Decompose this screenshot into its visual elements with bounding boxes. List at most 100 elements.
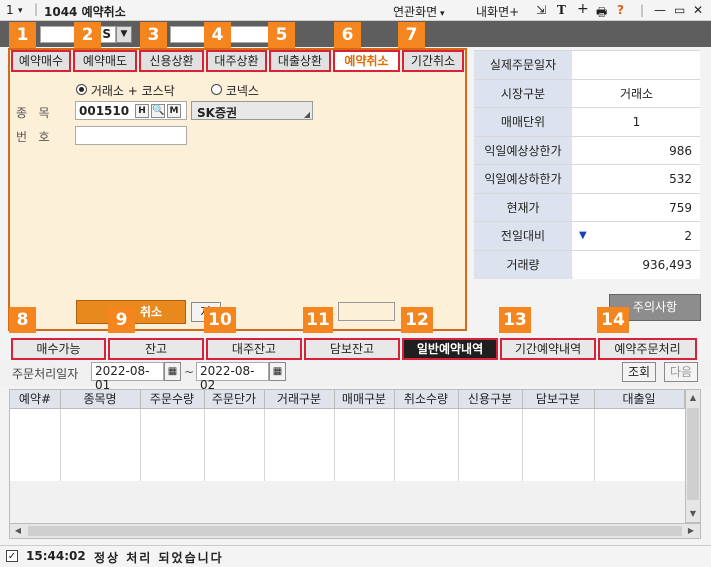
- tab-loan-repay[interactable]: 대출상환: [269, 50, 331, 72]
- info-value: 거래소: [573, 79, 700, 108]
- info-row-volume: 거래량 936,493: [474, 249, 700, 279]
- horizontal-scrollbar[interactable]: ◀ ▶: [9, 523, 701, 539]
- tab-period-reserve-history[interactable]: 기간예약내역: [500, 338, 596, 360]
- stock-code-field[interactable]: 001510 H 🔍 M: [75, 101, 187, 120]
- tab-label: 담보잔고: [329, 342, 375, 356]
- tab-period-cancel[interactable]: 기간취소: [402, 50, 464, 72]
- minimize-icon[interactable]: —: [654, 3, 666, 17]
- radio-unselected-icon: [211, 84, 222, 95]
- blank-field[interactable]: [338, 302, 395, 321]
- checkbox-icon[interactable]: ✓: [6, 550, 18, 562]
- tab-reserve-sell[interactable]: 예약매도: [73, 50, 137, 72]
- radio-konex[interactable]: 코넥스: [211, 82, 259, 98]
- my-screens-menu[interactable]: 내화면+: [476, 3, 519, 20]
- tab-short-repay[interactable]: 대주상환: [206, 50, 267, 72]
- search-button[interactable]: 조회: [622, 362, 656, 382]
- info-row-market: 시장구분 거래소: [474, 78, 700, 108]
- tab-collateral-balance[interactable]: 담보잔고: [304, 338, 400, 360]
- badge-7: 7: [398, 22, 425, 48]
- stock-name-field[interactable]: SK증권 ◢: [191, 101, 313, 120]
- maximize-icon[interactable]: ▭: [674, 3, 685, 17]
- radio-krx-kosdaq[interactable]: 거래소 + 코스닥: [76, 82, 175, 98]
- date-from-input[interactable]: 2022-08-01: [91, 362, 164, 392]
- help-icon[interactable]: ?: [617, 3, 624, 17]
- col-cancel-qty[interactable]: 취소수량: [394, 390, 459, 409]
- search-icon[interactable]: 🔍: [151, 104, 165, 118]
- info-value: 759: [573, 193, 700, 222]
- badge-1: 1: [9, 22, 36, 48]
- next-button[interactable]: 다음: [664, 362, 698, 382]
- add-icon[interactable]: +: [577, 1, 589, 17]
- tab-label: 예약취소: [344, 54, 389, 68]
- scroll-thumb[interactable]: [687, 408, 699, 500]
- scroll-left-icon[interactable]: ◀: [11, 524, 25, 538]
- calendar-icon[interactable]: ▦: [269, 362, 286, 381]
- tab-reserve-cancel[interactable]: 예약취소: [333, 50, 400, 72]
- col-stock-name[interactable]: 종목명: [60, 390, 141, 409]
- grid-header: 예약# 종목명 주문수량 주문단가 거래구분 매매구분 취소수량 신용구분 담보…: [9, 389, 685, 409]
- vertical-scrollbar[interactable]: ▲ ▼: [685, 389, 701, 523]
- account-dropdown-icon[interactable]: ▼: [116, 26, 132, 43]
- col-collateral-type[interactable]: 담보구분: [522, 390, 595, 409]
- scroll-thumb[interactable]: [28, 526, 682, 536]
- info-label: 시장구분: [474, 79, 572, 108]
- tab-short-balance[interactable]: 대주잔고: [206, 338, 302, 360]
- link-icon[interactable]: ⇲: [536, 3, 546, 17]
- badge-2: 2: [74, 22, 101, 48]
- tab-label: 잔고: [144, 342, 168, 356]
- scroll-up-icon[interactable]: ▲: [686, 390, 700, 406]
- col-trade-type[interactable]: 거래구분: [264, 390, 335, 409]
- info-value: 1: [573, 108, 700, 137]
- tab-general-reserve-history[interactable]: 일반예약내역: [402, 338, 498, 360]
- history-button[interactable]: H: [135, 104, 149, 118]
- change-value: 2: [684, 229, 692, 243]
- col-buy-sell[interactable]: 매매구분: [334, 390, 395, 409]
- plus-icon: +: [509, 5, 520, 19]
- my-screens-label: 내화면: [476, 5, 510, 19]
- grid-body[interactable]: [9, 409, 686, 523]
- status-time: 15:44:02: [26, 549, 86, 563]
- tab-label: 일반예약내역: [416, 342, 484, 356]
- tab-balance[interactable]: 잔고: [108, 338, 204, 360]
- scroll-right-icon[interactable]: ▶: [684, 524, 698, 538]
- col-loan-date[interactable]: 대출일: [594, 390, 684, 409]
- date-to-input[interactable]: 2022-08-02: [196, 362, 269, 392]
- tab-credit-repay[interactable]: 신용상환: [139, 50, 204, 72]
- window-menu-icon[interactable]: ▾: [18, 6, 23, 16]
- scroll-down-icon[interactable]: ▼: [686, 506, 700, 522]
- col-reserve-no[interactable]: 예약#: [10, 390, 61, 409]
- chevron-down-icon: ▾: [437, 9, 445, 19]
- account-suffix: S: [102, 27, 111, 41]
- related-screens-menu[interactable]: 연관화면 ▾: [393, 3, 445, 20]
- tab-label: 대출상환: [277, 54, 323, 68]
- info-label: 익일예상하한가: [474, 165, 572, 194]
- reserve-number-field[interactable]: [75, 126, 187, 145]
- info-row-upper-limit: 익일예상상한가 986: [474, 135, 700, 165]
- badge-6: 6: [334, 22, 361, 48]
- tab-reserve-processing[interactable]: 예약주문처리: [598, 338, 697, 360]
- close-icon[interactable]: ✕: [693, 3, 703, 17]
- info-value: [573, 51, 700, 80]
- radio-label: 코넥스: [225, 84, 259, 98]
- down-arrow-icon: ▼: [579, 230, 587, 241]
- info-value: 986: [573, 136, 700, 165]
- tab-buy-available[interactable]: 매수가능: [11, 338, 106, 360]
- tab-label: 신용상환: [149, 54, 194, 68]
- window-number: 1: [6, 3, 14, 17]
- text-icon[interactable]: T: [557, 3, 566, 17]
- calendar-icon[interactable]: ▦: [164, 362, 181, 381]
- info-label: 익일예상상한가: [474, 136, 572, 165]
- col-order-price[interactable]: 주문단가: [204, 390, 265, 409]
- screen-title: 1044 예약취소: [44, 5, 126, 19]
- badge-14: 14: [597, 307, 629, 333]
- tab-label: 기간취소: [410, 54, 456, 68]
- info-row-change: 전일대비 ▼ 2: [474, 221, 700, 251]
- grid-empty-area: [10, 481, 686, 523]
- col-order-qty[interactable]: 주문수량: [140, 390, 205, 409]
- badge-5: 5: [268, 22, 295, 48]
- divider: |: [34, 2, 39, 16]
- status-bar: ✓ 15:44:02 정상 처리 되었습니다: [0, 545, 711, 567]
- tab-reserve-buy[interactable]: 예약매수: [11, 50, 71, 72]
- col-credit-type[interactable]: 신용구분: [458, 390, 523, 409]
- memo-button[interactable]: M: [167, 104, 181, 118]
